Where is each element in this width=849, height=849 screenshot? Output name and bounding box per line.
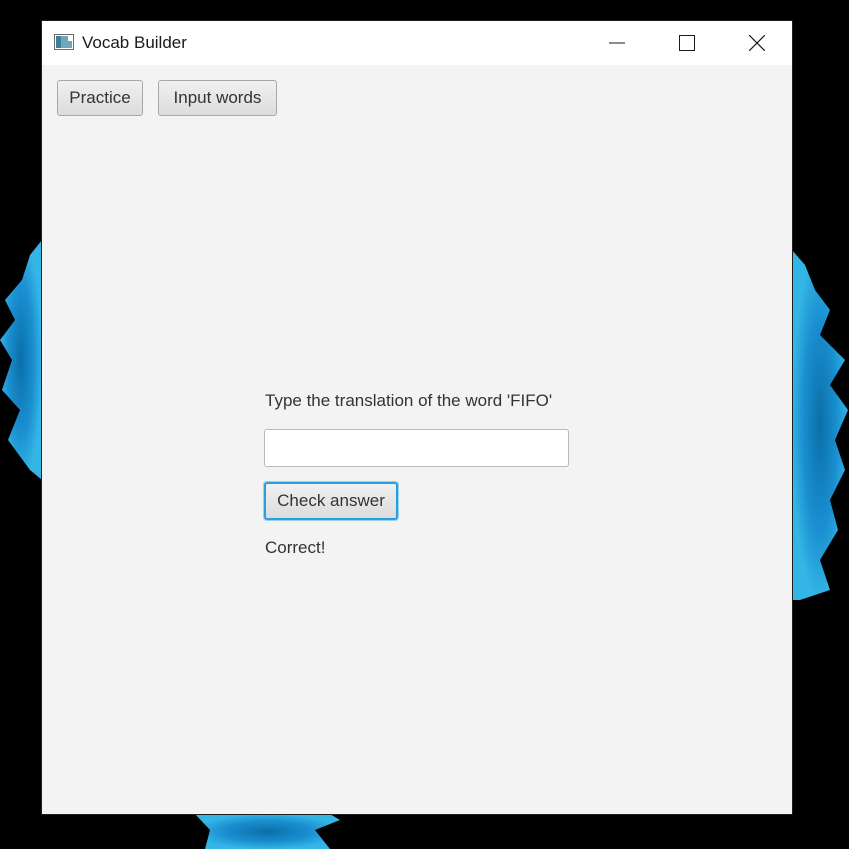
translation-prompt: Type the translation of the word 'FIFO': [265, 391, 553, 410]
desktop: Vocab Builder Practice Input words Type: [0, 0, 849, 849]
minimize-icon: [609, 42, 625, 44]
answer-input[interactable]: [264, 429, 569, 467]
check-answer-button[interactable]: Check answer: [264, 482, 398, 520]
maximize-button[interactable]: [652, 21, 722, 65]
input-words-button[interactable]: Input words: [158, 80, 277, 116]
app-window-icon: [54, 34, 74, 50]
maximize-icon: [679, 35, 695, 51]
practice-button[interactable]: Practice: [57, 80, 143, 116]
minimize-button[interactable]: [582, 21, 652, 65]
app-window: Vocab Builder Practice Input words Type: [42, 21, 792, 814]
title-bar[interactable]: Vocab Builder: [42, 21, 792, 65]
close-button[interactable]: [722, 21, 792, 65]
result-message: Correct!: [265, 538, 326, 557]
window-title: Vocab Builder: [82, 33, 187, 52]
close-icon: [749, 35, 765, 51]
